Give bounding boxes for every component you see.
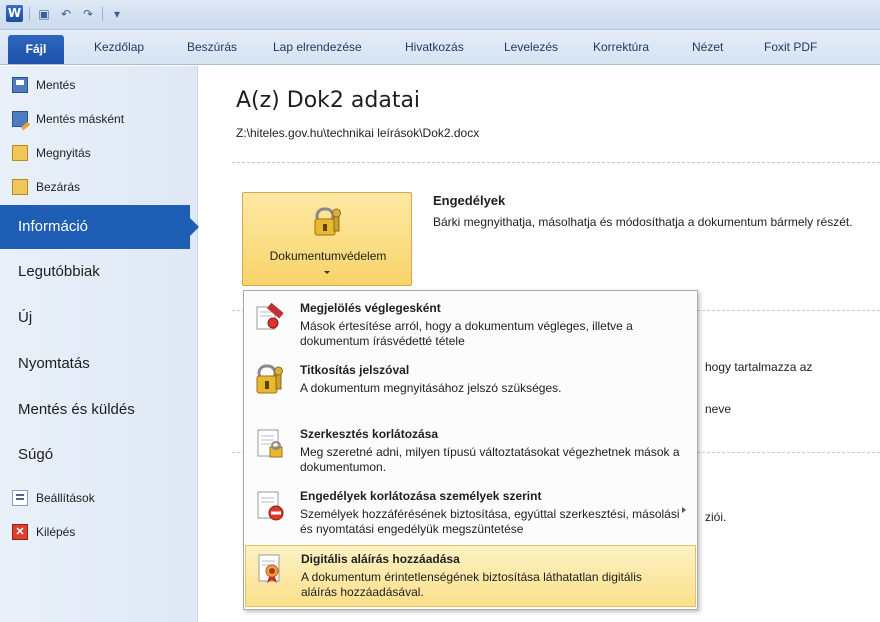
restrict-editing-icon: [257, 429, 283, 458]
menu-item-restrict-editing[interactable]: Szerkesztés korlátozása Meg szeretné adn…: [245, 421, 696, 481]
permissions-desc: Bárki megnyithatja, másolhatja és módosí…: [433, 215, 853, 229]
tab-home[interactable]: Kezdőlap: [94, 40, 144, 54]
nav-exit-label: Kilépés: [36, 525, 76, 539]
nav-options-label: Beállítások: [36, 491, 95, 505]
tab-foxit-pdf[interactable]: Foxit PDF: [764, 40, 817, 54]
nav-save-as-label: Mentés másként: [36, 112, 125, 126]
nav-save-as[interactable]: Mentés másként: [12, 108, 124, 130]
nav-options[interactable]: Beállítások: [12, 487, 95, 509]
tab-page-layout[interactable]: Lap elrendezése: [273, 40, 362, 54]
menu-item-desc: Mások értesítése arról, hogy a dokumentu…: [300, 319, 633, 348]
nav-open[interactable]: Megnyitás: [12, 142, 91, 164]
qat-separator: [29, 6, 30, 21]
submenu-arrow-icon: [682, 507, 686, 513]
tab-file[interactable]: Fájl: [8, 35, 64, 64]
page-title: A(z) Dok2 adatai: [236, 88, 421, 113]
folder-close-icon: [12, 179, 28, 195]
menu-item-encrypt[interactable]: Titkosítás jelszóval A dokumentum megnyi…: [245, 357, 696, 417]
menu-item-desc: A dokumentum érintetlenségének biztosítá…: [301, 570, 642, 599]
ribbon-tabs: Fájl Kezdőlap Beszúrás Lap elrendezése H…: [0, 30, 880, 65]
nav-save-send[interactable]: Mentés és küldés: [18, 401, 135, 418]
nav-exit[interactable]: ✕ Kilépés: [12, 521, 75, 543]
menu-item-restrict-permission[interactable]: Engedélyek korlátozása személyek szerint…: [245, 483, 696, 543]
menu-item-title: Megjelölés véglegesként: [300, 301, 441, 315]
options-icon: [12, 490, 28, 506]
mark-final-icon: [256, 302, 284, 330]
tab-insert[interactable]: Beszúrás: [187, 40, 237, 54]
protect-document-button[interactable]: Dokumentumvédelem: [242, 192, 412, 286]
nav-help[interactable]: Súgó: [18, 446, 53, 463]
redo-icon[interactable]: ↷: [80, 6, 96, 22]
nav-close[interactable]: Bezárás: [12, 176, 80, 198]
menu-item-title: Szerkesztés korlátozása: [300, 427, 439, 441]
digital-signature-icon: [258, 554, 280, 583]
save-icon: [12, 77, 28, 93]
protect-document-label: Dokumentumvédelem: [269, 249, 387, 263]
tab-mailings[interactable]: Levelezés: [504, 40, 558, 54]
nav-close-label: Bezárás: [36, 180, 81, 194]
encrypt-lock-icon: [256, 364, 283, 394]
author-text-fragment: neve: [705, 402, 732, 416]
customize-icon[interactable]: ▾: [109, 6, 125, 22]
nav-recent[interactable]: Legutóbbiak: [18, 263, 100, 280]
nav-info[interactable]: Információ: [0, 205, 199, 249]
menu-item-mark-final[interactable]: Megjelölés véglegesként Mások értesítése…: [245, 295, 696, 355]
versions-text-fragment: ziói.: [705, 510, 727, 524]
tab-references[interactable]: Hivatkozás: [405, 40, 464, 54]
nav-save[interactable]: Mentés: [12, 74, 75, 96]
lock-key-icon: [314, 207, 341, 236]
save-icon[interactable]: ▣: [36, 6, 52, 22]
exit-icon: ✕: [12, 524, 28, 540]
protect-document-menu: Megjelölés véglegesként Mások értesítése…: [243, 290, 698, 610]
divider: [232, 162, 880, 163]
tab-review[interactable]: Korrektúra: [593, 40, 649, 54]
backstage-nav: Mentés Mentés másként Megnyitás Bezárás …: [0, 66, 199, 622]
menu-item-desc: A dokumentum megnyitásához jelszó szüksé…: [300, 381, 562, 395]
permissions-title: Engedélyek: [433, 193, 506, 208]
qat-separator: [102, 6, 103, 21]
nav-open-label: Megnyitás: [36, 146, 91, 160]
menu-item-desc: Személyek hozzáférésének biztosítása, eg…: [300, 507, 680, 536]
menu-item-title: Titkosítás jelszóval: [300, 363, 410, 377]
nav-new[interactable]: Új: [18, 309, 32, 326]
word-logo-icon[interactable]: W: [6, 5, 23, 22]
quick-access-toolbar: W ▣ ↶ ↷ ▾: [6, 5, 125, 22]
restrict-permission-icon: [257, 491, 284, 521]
save-as-icon: [12, 111, 28, 127]
nav-save-label: Mentés: [36, 78, 76, 92]
undo-icon[interactable]: ↶: [58, 6, 74, 22]
menu-item-desc: Meg szeretné adni, milyen típusú változt…: [300, 445, 680, 474]
nav-print[interactable]: Nyomtatás: [18, 355, 90, 372]
chevron-down-icon: [324, 271, 330, 274]
menu-item-title: Engedélyek korlátozása személyek szerint: [300, 489, 542, 503]
document-path: Z:\hiteles.gov.hu\technikai leírások\Dok…: [236, 126, 480, 140]
folder-open-icon: [12, 145, 28, 161]
menu-item-title: Digitális aláírás hozzáadása: [301, 552, 460, 566]
properties-text-fragment: hogy tartalmazza az: [705, 360, 813, 374]
menu-item-digital-signature[interactable]: Digitális aláírás hozzáadása A dokumentu…: [245, 545, 696, 607]
tab-view[interactable]: Nézet: [692, 40, 723, 54]
title-bar: W ▣ ↶ ↷ ▾: [0, 0, 880, 30]
